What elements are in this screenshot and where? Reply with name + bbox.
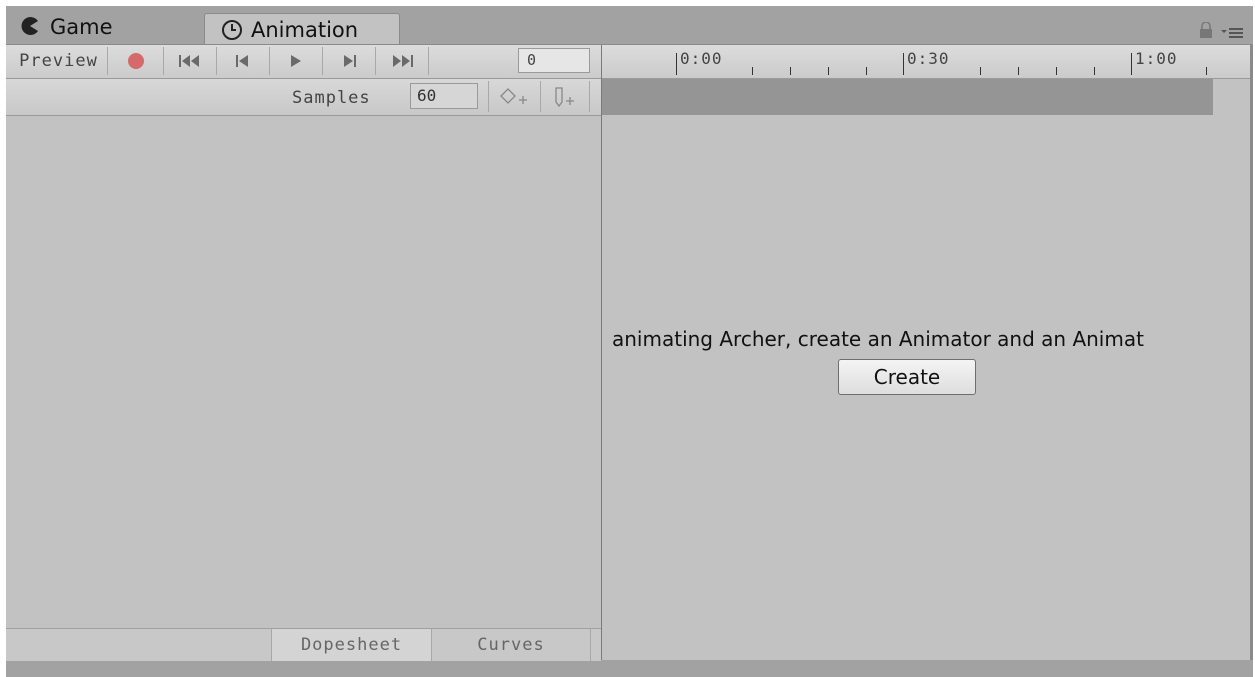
last-keyframe-icon xyxy=(393,55,413,67)
play-icon xyxy=(291,55,301,67)
last-keyframe-button[interactable] xyxy=(376,47,429,75)
property-pane: Preview 0 Samples 60 Dopesheet Curves xyxy=(6,45,601,661)
samples-label: Samples xyxy=(292,88,371,108)
record-icon xyxy=(127,53,144,69)
create-animation-message: animating Archer, create an Animator and… xyxy=(612,327,1144,351)
animation-panel: Preview 0 Samples 60 Dopesheet Curves 0:… xyxy=(6,44,1253,661)
tick-minor xyxy=(790,67,791,75)
first-keyframe-icon xyxy=(179,55,199,67)
scrollbar-edge xyxy=(1250,45,1253,660)
previous-keyframe-button[interactable] xyxy=(217,47,270,75)
view-mode-tabs: Dopesheet Curves xyxy=(6,628,601,661)
create-button[interactable]: Create xyxy=(838,359,976,395)
menu-icon[interactable] xyxy=(1221,23,1243,42)
time-ruler[interactable]: 0:00 0:30 1:00 xyxy=(602,45,1253,79)
clock-icon xyxy=(221,19,243,41)
lock-icon[interactable] xyxy=(1199,21,1213,42)
tab-curves[interactable]: Curves xyxy=(431,629,591,661)
tick-minor xyxy=(866,67,867,75)
previous-keyframe-icon xyxy=(236,55,248,67)
record-button[interactable] xyxy=(108,47,164,75)
time-label-0: 0:00 xyxy=(680,49,723,68)
samples-input[interactable]: 60 xyxy=(410,83,478,109)
timeline-pane: 0:00 0:30 1:00 animating Archer, create … xyxy=(602,45,1253,660)
next-keyframe-button[interactable] xyxy=(323,47,376,75)
tab-dopesheet[interactable]: Dopesheet xyxy=(271,629,431,661)
tick-minor xyxy=(828,67,829,75)
frame-input[interactable]: 0 xyxy=(518,48,590,73)
tick-major xyxy=(676,53,677,75)
tick-minor xyxy=(1206,67,1207,75)
preview-button[interactable]: Preview xyxy=(10,47,108,75)
tick-minor xyxy=(1094,67,1095,75)
add-keyframe-icon xyxy=(499,87,527,104)
samples-row: Samples 60 xyxy=(6,79,601,116)
add-event-icon xyxy=(555,86,574,107)
tick-major xyxy=(1131,53,1132,75)
event-strip[interactable] xyxy=(602,79,1213,115)
tab-bar: Game Animation xyxy=(6,6,1253,46)
tick-minor xyxy=(1018,67,1019,75)
time-label-60: 1:00 xyxy=(1135,49,1178,68)
time-label-30: 0:30 xyxy=(907,49,950,68)
window-controls xyxy=(1199,21,1243,42)
tab-game-label: Game xyxy=(50,15,113,39)
tick-minor xyxy=(980,67,981,75)
tick-minor xyxy=(1056,67,1057,75)
next-keyframe-icon xyxy=(344,55,356,67)
add-keyframe-button[interactable] xyxy=(488,81,538,112)
tab-game[interactable]: Game xyxy=(20,10,200,44)
playback-toolbar: Preview 0 xyxy=(6,45,601,79)
tab-animation-label: Animation xyxy=(251,18,359,42)
tab-animation[interactable]: Animation xyxy=(204,13,400,46)
add-event-button[interactable] xyxy=(540,81,590,112)
pacman-icon xyxy=(20,16,42,38)
tick-major xyxy=(903,53,904,75)
tick-minor xyxy=(752,67,753,75)
play-button[interactable] xyxy=(270,47,323,75)
animation-window: Game Animation Preview 0 Samples 60 Dope… xyxy=(6,6,1253,677)
first-keyframe-button[interactable] xyxy=(164,47,217,75)
